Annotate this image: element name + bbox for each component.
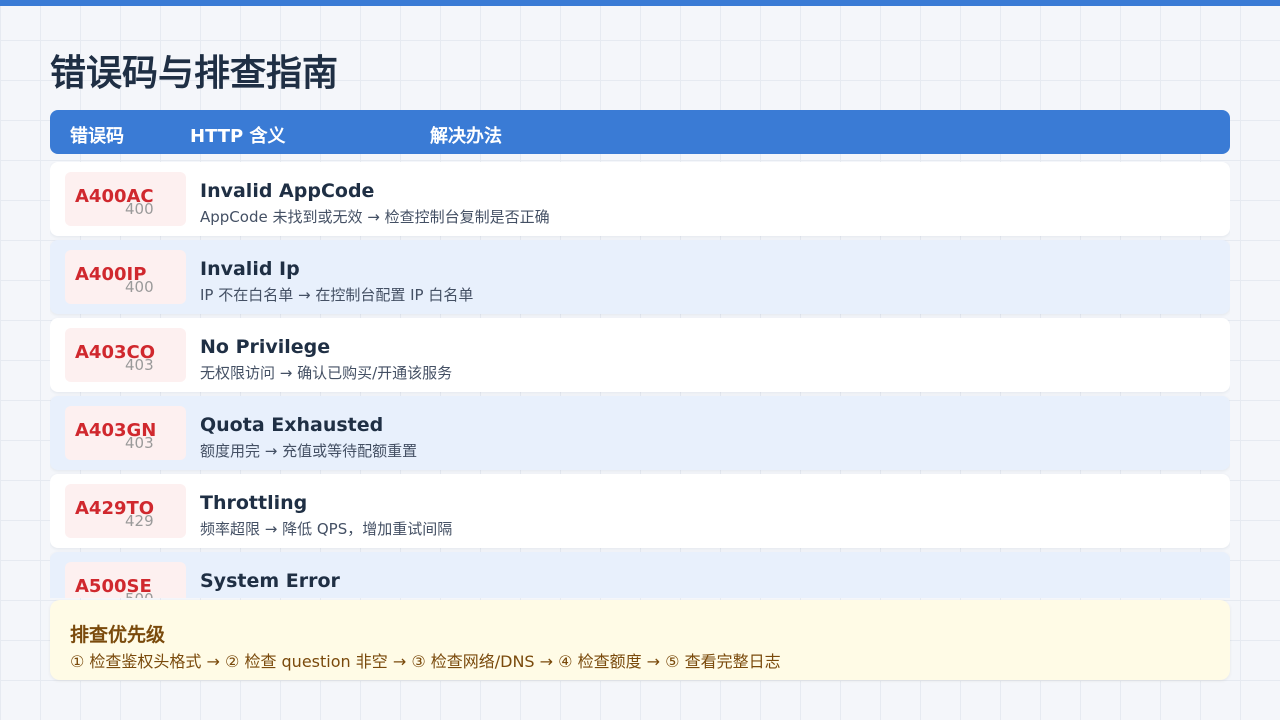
troubleshooting-priority-panel: 排查优先级 ① 检查鉴权头格式 → ② 检查 question 非空 → ③ 检… [50,600,1230,680]
error-title: Quota Exhausted [200,414,384,436]
page-title: 错误码与排查指南 [50,53,339,94]
table-row: A403GN 403 Quota Exhausted 额度用完 → 充值或等待配… [50,396,1230,470]
top-accent-bar [0,0,1280,6]
error-code-list[interactable]: A400AC 400 Invalid AppCode AppCode 未找到或无… [50,162,1230,598]
header-solution: 解决办法 [430,126,502,147]
priority-steps: ① 检查鉴权头格式 → ② 检查 question 非空 → ③ 检查网络/DN… [70,652,781,671]
http-status: 500 [125,590,154,598]
error-solution: 频率超限 → 降低 QPS，增加重试间隔 [200,520,453,538]
error-title: Throttling [200,492,308,514]
table-row: A403CO 403 No Privilege 无权限访问 → 确认已购买/开通… [50,318,1230,392]
http-status: 400 [125,278,154,296]
table-row: A429TO 429 Throttling 频率超限 → 降低 QPS，增加重试… [50,474,1230,548]
error-code-badge: A403GN 403 [65,406,186,460]
http-status: 403 [125,356,154,374]
http-status: 400 [125,200,154,218]
table-row: A400AC 400 Invalid AppCode AppCode 未找到或无… [50,162,1230,236]
error-solution: IP 不在白名单 → 在控制台配置 IP 白名单 [200,286,474,304]
table-header: 错误码 HTTP 含义 解决办法 [50,110,1230,154]
error-title: Invalid AppCode [200,180,375,202]
error-title: No Privilege [200,336,331,358]
error-code-badge: A429TO 429 [65,484,186,538]
http-status: 403 [125,434,154,452]
error-solution: 额度用完 → 充值或等待配额重置 [200,442,418,460]
priority-title: 排查优先级 [70,624,166,646]
error-solution: AppCode 未找到或无效 → 检查控制台复制是否正确 [200,208,550,226]
header-http-meaning: HTTP 含义 [190,126,286,147]
table-row: A400IP 400 Invalid Ip IP 不在白名单 → 在控制台配置 … [50,240,1230,314]
error-code-badge: A500SE 500 [65,562,186,598]
error-code-badge: A403CO 403 [65,328,186,382]
error-code-badge: A400IP 400 [65,250,186,304]
table-row: A500SE 500 System Error [50,552,1230,598]
error-code-badge: A400AC 400 [65,172,186,226]
error-solution: 无权限访问 → 确认已购买/开通该服务 [200,364,453,382]
error-title: System Error [200,570,340,592]
http-status: 429 [125,512,154,530]
error-title: Invalid Ip [200,258,300,280]
header-error-code: 错误码 [70,126,124,147]
